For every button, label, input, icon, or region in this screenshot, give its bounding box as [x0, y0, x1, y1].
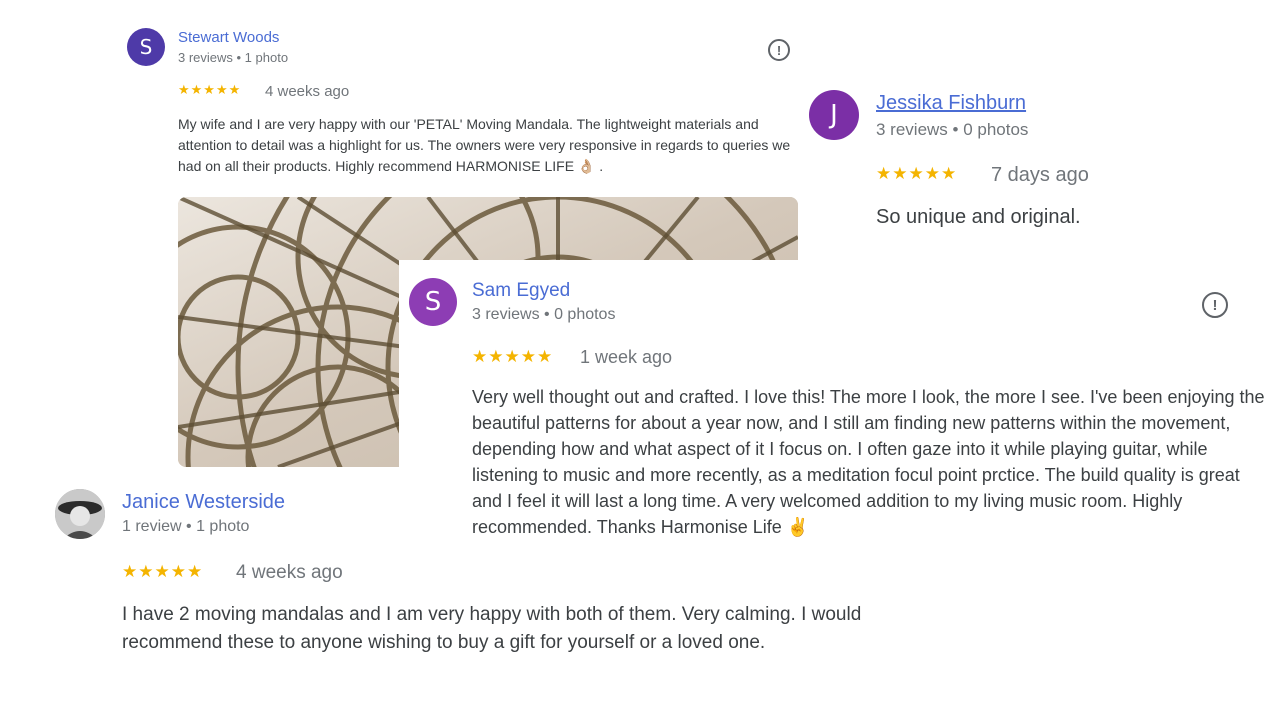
reviewer-meta: 3 reviews • 0 photos	[472, 306, 616, 323]
review-text: I have 2 moving mandalas and I am very h…	[122, 604, 862, 653]
report-icon[interactable]: !	[768, 39, 790, 61]
user-photo-avatar[interactable]	[55, 489, 105, 539]
reviewer-name-link[interactable]: Sam Egyed	[472, 280, 570, 302]
review-card-jessika-fishburn: J Jessika Fishburn 3 reviews • 0 photos …	[800, 80, 1280, 250]
avatar[interactable]: J	[809, 90, 859, 140]
avatar[interactable]: S	[127, 28, 165, 66]
review-date: 4 weeks ago	[236, 562, 343, 583]
reviewer-meta: 1 review • 1 photo	[122, 518, 250, 535]
reviewer-meta: 3 reviews • 1 photo	[178, 50, 289, 65]
review-text: So unique and original.	[876, 206, 1081, 228]
review-date: 1 week ago	[580, 347, 673, 367]
star-rating: ★★★★★	[178, 83, 242, 98]
reviewer-name-link[interactable]: Stewart Woods	[178, 29, 279, 46]
reviewer-name-link[interactable]: Janice Westerside	[122, 491, 285, 514]
review-text: My wife and I are very happy with our 'P…	[178, 116, 791, 174]
star-rating: ★★★★★	[122, 562, 204, 582]
reviewer-meta: 3 reviews • 0 photos	[876, 120, 1029, 139]
review-date: 7 days ago	[991, 164, 1089, 186]
star-rating: ★★★★★	[876, 164, 958, 184]
review-card-janice-westerside: Janice Westerside 1 review • 1 photo ★★★…	[40, 480, 940, 670]
star-rating: ★★★★★	[472, 347, 554, 367]
review-date: 4 weeks ago	[265, 83, 350, 100]
reviewer-name-link[interactable]: Jessika Fishburn	[876, 92, 1026, 115]
avatar[interactable]: S	[409, 278, 457, 326]
report-icon[interactable]: !	[1202, 292, 1228, 318]
